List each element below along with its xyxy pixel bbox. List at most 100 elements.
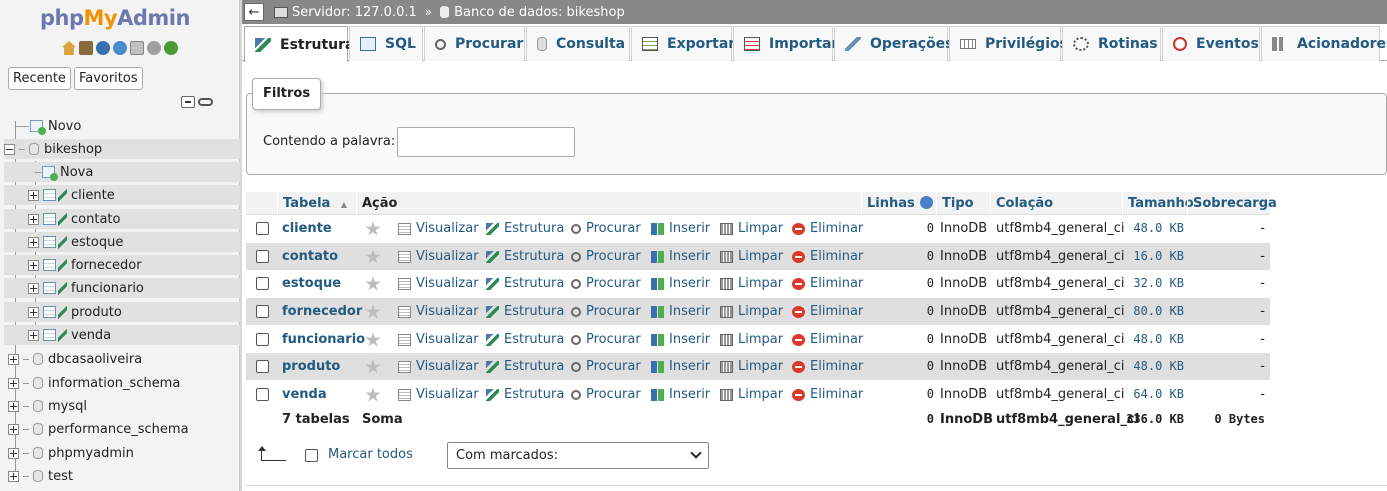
tree-db-bikeshop[interactable]: bikeshop: [4, 139, 240, 159]
structure-action[interactable]: Estrutura: [486, 326, 564, 353]
nav-resizer[interactable]: [240, 0, 242, 491]
recent-button[interactable]: Recente: [8, 67, 71, 90]
settings-icon[interactable]: [130, 41, 144, 55]
row-size[interactable]: 48.0 KB: [1122, 326, 1184, 353]
row-size[interactable]: 48.0 KB: [1122, 215, 1184, 242]
structure-action[interactable]: Estrutura: [486, 381, 564, 408]
structure-icon[interactable]: [58, 258, 67, 272]
header-table[interactable]: Tabela ▲: [277, 192, 355, 215]
tree-db-item[interactable]: performance_schema: [8, 419, 189, 439]
row-checkbox[interactable]: [256, 305, 269, 318]
home-icon[interactable]: [62, 41, 76, 55]
table-name-link[interactable]: fornecedor: [282, 298, 362, 325]
row-checkbox[interactable]: [256, 388, 269, 401]
browse-action[interactable]: Visualizar: [398, 243, 479, 270]
tab-export[interactable]: Exportar: [631, 26, 735, 61]
favorite-star-icon[interactable]: [365, 359, 381, 374]
browse-action[interactable]: Visualizar: [398, 326, 479, 353]
tree-db-item[interactable]: information_schema: [8, 373, 180, 393]
tree-table-item[interactable]: produto: [4, 302, 240, 322]
row-checkbox[interactable]: [256, 277, 269, 290]
tab-structure[interactable]: Estrutura: [244, 26, 354, 62]
insert-action[interactable]: Inserir: [651, 381, 710, 408]
collapse-all-icon[interactable]: [181, 96, 195, 108]
empty-action[interactable]: Limpar: [720, 381, 783, 408]
drop-action[interactable]: Eliminar: [792, 298, 863, 325]
search-action[interactable]: Procurar: [571, 215, 641, 242]
exit-icon[interactable]: [79, 41, 93, 55]
insert-action[interactable]: Inserir: [651, 270, 710, 297]
expand-table-icon[interactable]: [28, 282, 39, 294]
search-action[interactable]: Procurar: [571, 270, 641, 297]
filter-input[interactable]: [397, 127, 575, 157]
tree-new-table[interactable]: Nova: [4, 162, 240, 182]
empty-action[interactable]: Limpar: [720, 326, 783, 353]
expand-table-icon[interactable]: [28, 306, 39, 318]
structure-icon[interactable]: [58, 328, 67, 342]
tab-search[interactable]: Procurar: [424, 26, 525, 61]
tab-sql[interactable]: SQL: [349, 26, 423, 61]
search-action[interactable]: Procurar: [571, 243, 641, 270]
gear-icon[interactable]: [147, 41, 161, 55]
favorite-star-icon[interactable]: [365, 332, 381, 347]
back-arrow-icon[interactable]: ←: [244, 3, 264, 21]
tree-db-item[interactable]: dbcasaoliveira: [8, 349, 142, 369]
drop-action[interactable]: Eliminar: [792, 270, 863, 297]
insert-action[interactable]: Inserir: [651, 298, 710, 325]
header-collation[interactable]: Colação: [990, 192, 1122, 215]
reload-icon[interactable]: [164, 41, 178, 55]
drop-action[interactable]: Eliminar: [792, 215, 863, 242]
insert-action[interactable]: Inserir: [651, 243, 710, 270]
favorite-star-icon[interactable]: [365, 249, 381, 264]
search-action[interactable]: Procurar: [571, 326, 641, 353]
table-name-link[interactable]: estoque: [282, 270, 341, 297]
header-rows[interactable]: Linhas: [861, 192, 935, 215]
browse-action[interactable]: Visualizar: [398, 381, 479, 408]
browse-action[interactable]: Visualizar: [398, 270, 479, 297]
expand-table-icon[interactable]: [28, 213, 39, 225]
table-name-link[interactable]: produto: [282, 353, 340, 380]
table-name-link[interactable]: funcionario: [282, 326, 365, 353]
table-name-link[interactable]: venda: [282, 381, 327, 408]
tree-new-db[interactable]: Novo: [15, 116, 81, 136]
expand-table-icon[interactable]: [28, 189, 39, 201]
insert-action[interactable]: Inserir: [651, 215, 710, 242]
structure-icon[interactable]: [58, 281, 67, 295]
drop-action[interactable]: Eliminar: [792, 353, 863, 380]
row-size[interactable]: 80.0 KB: [1122, 298, 1184, 325]
drop-action[interactable]: Eliminar: [792, 243, 863, 270]
empty-action[interactable]: Limpar: [720, 353, 783, 380]
expand-db-icon[interactable]: [8, 423, 19, 435]
help-icon[interactable]: [113, 41, 127, 55]
tab-import[interactable]: Importar: [733, 26, 838, 61]
structure-action[interactable]: Estrutura: [486, 270, 564, 297]
tree-db-item[interactable]: phpmyadmin: [8, 443, 134, 463]
row-checkbox[interactable]: [256, 250, 269, 263]
phpmyadmin-logo[interactable]: phpMyAdmin: [40, 6, 190, 30]
expand-table-icon[interactable]: [28, 259, 39, 271]
structure-icon[interactable]: [58, 212, 67, 226]
breadcrumb-server[interactable]: Servidor: 127.0.0.1: [274, 5, 417, 20]
expand-table-icon[interactable]: [28, 329, 39, 341]
header-overhead[interactable]: Sobrecarga: [1187, 192, 1277, 215]
expand-db-icon[interactable]: [8, 400, 19, 412]
row-size[interactable]: 64.0 KB: [1122, 381, 1184, 408]
expand-table-icon[interactable]: [28, 236, 39, 248]
tree-table-item[interactable]: fornecedor: [4, 255, 240, 275]
browse-action[interactable]: Visualizar: [398, 298, 479, 325]
empty-action[interactable]: Limpar: [720, 270, 783, 297]
browse-action[interactable]: Visualizar: [398, 353, 479, 380]
row-size[interactable]: 48.0 KB: [1122, 353, 1184, 380]
structure-action[interactable]: Estrutura: [486, 243, 564, 270]
row-size[interactable]: 32.0 KB: [1122, 270, 1184, 297]
tab-routines[interactable]: Rotinas: [1062, 26, 1161, 61]
structure-action[interactable]: Estrutura: [486, 215, 564, 242]
search-action[interactable]: Procurar: [571, 353, 641, 380]
favorite-star-icon[interactable]: [365, 221, 381, 236]
drop-action[interactable]: Eliminar: [792, 326, 863, 353]
expand-db-icon[interactable]: [8, 470, 19, 482]
row-checkbox[interactable]: [256, 222, 269, 235]
tree-table-item[interactable]: cliente: [4, 185, 240, 205]
search-action[interactable]: Procurar: [571, 381, 641, 408]
tree-db-item[interactable]: test: [8, 466, 73, 486]
